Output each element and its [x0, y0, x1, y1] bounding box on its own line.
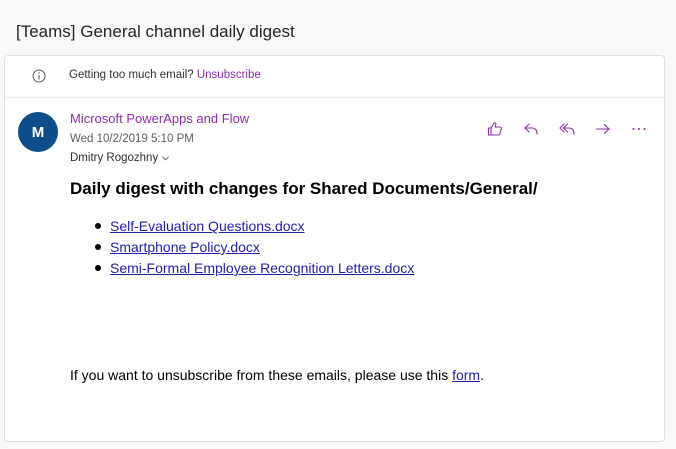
forward-button[interactable]: [592, 118, 614, 140]
form-link[interactable]: form: [452, 367, 480, 383]
forward-icon: [595, 123, 610, 135]
file-list: Self-Evaluation Questions.docx Smartphon…: [90, 216, 414, 279]
like-button[interactable]: [484, 118, 506, 140]
unsubscribe-footer: If you want to unsubscribe from these em…: [70, 367, 484, 383]
sent-date: Wed 10/2/2019 5:10 PM: [70, 133, 194, 145]
list-item: Smartphone Policy.docx: [90, 237, 414, 258]
file-link-self-evaluation[interactable]: Self-Evaluation Questions.docx: [110, 218, 305, 234]
body-heading: Daily digest with changes for Shared Doc…: [70, 179, 538, 198]
bullet: [95, 223, 101, 229]
file-link-smartphone-policy[interactable]: Smartphone Policy.docx: [110, 239, 260, 255]
sender-name[interactable]: Microsoft PowerApps and Flow: [70, 111, 249, 126]
bullet: [95, 244, 101, 250]
reply-button[interactable]: [520, 118, 542, 140]
footer-period: .: [480, 367, 484, 383]
reply-all-button[interactable]: [556, 118, 578, 140]
chevron-down-icon[interactable]: [161, 154, 170, 163]
reply-icon: [524, 123, 538, 135]
info-icon: [32, 69, 46, 83]
message-actions: [470, 118, 650, 140]
list-item: Semi-Formal Employee Recognition Letters…: [90, 258, 414, 279]
list-item: Self-Evaluation Questions.docx: [90, 216, 414, 237]
bullet: [95, 265, 101, 271]
recipient-name: Dmitry Rogozhny: [70, 152, 159, 164]
footer-text: If you want to unsubscribe from these em…: [70, 367, 449, 383]
file-link-recognition-letters[interactable]: Semi-Formal Employee Recognition Letters…: [110, 260, 414, 276]
notice-text: Getting too much email? Unsubscribe: [69, 69, 261, 81]
unsubscribe-link[interactable]: Unsubscribe: [197, 69, 261, 81]
recipient[interactable]: Dmitry Rogozhny: [70, 152, 170, 164]
like-icon: [487, 122, 502, 136]
reply-all-icon: [559, 123, 575, 135]
email-subject: [Teams] General channel daily digest: [16, 22, 295, 41]
more-icon: [632, 128, 646, 130]
avatar[interactable]: M: [18, 112, 58, 152]
unsubscribe-notice: Getting too much email? Unsubscribe: [5, 56, 664, 98]
notice-message: Getting too much email?: [69, 69, 194, 81]
more-actions-button[interactable]: [628, 118, 650, 140]
email-card: Getting too much email? Unsubscribe M Mi…: [4, 55, 665, 442]
